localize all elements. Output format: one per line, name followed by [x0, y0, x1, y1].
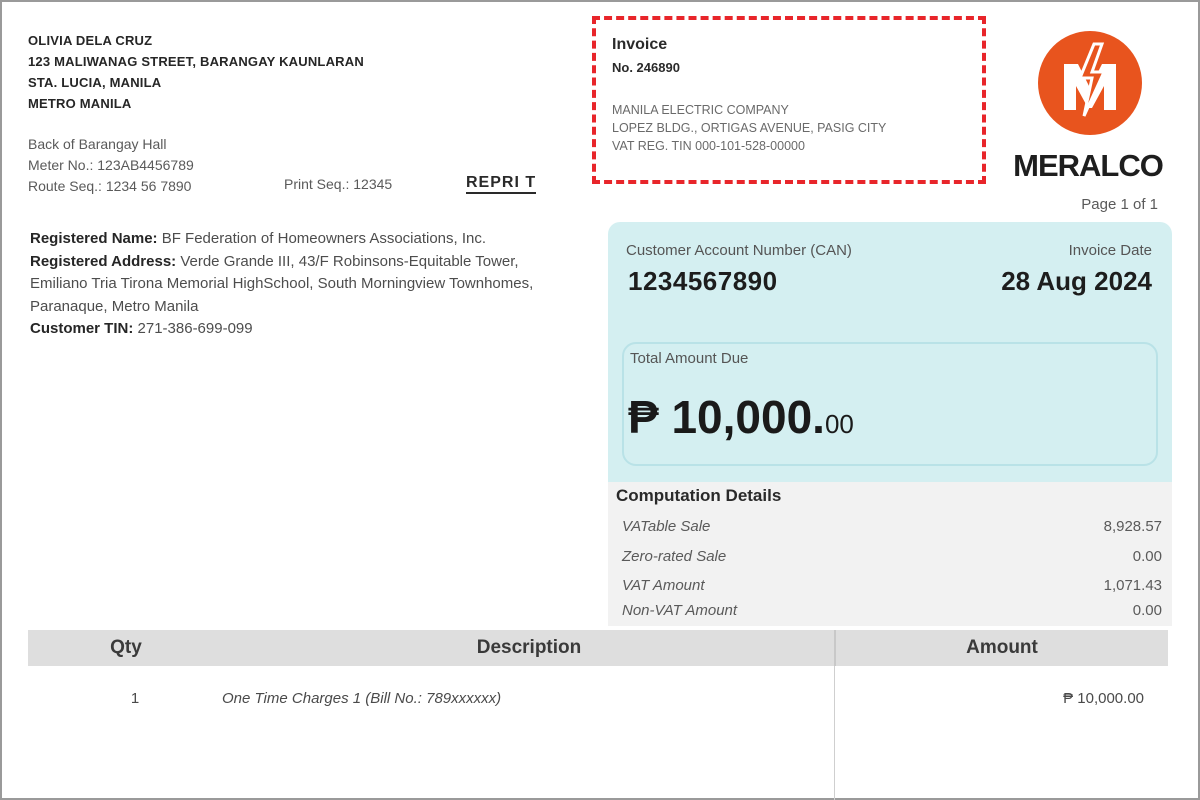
invoice-date-value: 28 Aug 2024: [1001, 266, 1152, 296]
reprint-label: REPRI T: [466, 173, 537, 194]
print-sequence: Print Seq.: 12345: [284, 176, 393, 192]
meter-info-block: Back of Barangay Hall Meter No.: 123AB44…: [28, 134, 588, 197]
computation-label: Non-VAT Amount: [622, 602, 738, 619]
column-header-description: Description: [476, 637, 582, 658]
customer-tin-label: Customer TIN:: [30, 320, 134, 337]
invoice-number: No. 246890: [612, 60, 680, 75]
total-amount-value: ₱ 10,000.00: [628, 390, 854, 444]
can-value: 1234567890: [628, 266, 778, 296]
total-amount-main: ₱ 10,000.: [628, 391, 825, 443]
computation-row: VATable Sale 8,928.57: [622, 518, 1162, 542]
table-header: Qty Description Amount: [28, 630, 1168, 666]
line-item-qty: 1: [130, 690, 140, 707]
computation-panel: Computation Details VATable Sale 8,928.5…: [608, 482, 1172, 626]
total-amount-box: Total Amount Due ₱ 10,000.00: [622, 342, 1158, 466]
customer-address-line: STA. LUCIA, MANILA: [28, 75, 162, 90]
issuer-address: LOPEZ BLDG., ORTIGAS AVENUE, PASIG CITY: [612, 121, 887, 135]
computation-label: VAT Amount: [622, 577, 705, 594]
invoice-date-label: Invoice Date: [1068, 242, 1152, 259]
customer-address-line: 123 MALIWANAG STREET, BARANGAY KAUNLARAN: [28, 54, 364, 69]
meralco-logo: MERALCO: [1004, 30, 1172, 183]
registered-name-value: BF Federation of Homeowners Associations…: [161, 230, 487, 247]
computation-row: VAT Amount 1,071.43: [622, 577, 1162, 601]
meter-location: Back of Barangay Hall: [28, 136, 167, 152]
computation-row: Zero-rated Sale 0.00: [622, 548, 1162, 572]
page-count: Page 1 of 1: [1081, 196, 1158, 213]
column-header-qty: Qty: [110, 637, 142, 658]
computation-label: Zero-rated Sale: [622, 548, 727, 565]
invoice-issuer-box: Invoice No. 246890 MANILA ELECTRIC COMPA…: [592, 16, 986, 184]
computation-value: 8,928.57: [1103, 518, 1162, 535]
meralco-logo-icon: [1038, 31, 1142, 135]
issuer-tin: VAT REG. TIN 000-101-528-00000: [612, 139, 805, 153]
column-divider: [834, 666, 835, 800]
can-label: Customer Account Number (CAN): [626, 242, 852, 259]
computation-row: Non-VAT Amount 0.00: [622, 602, 1162, 626]
issuer-company: MANILA ELECTRIC COMPANY: [612, 103, 789, 117]
registered-name-label: Registered Name:: [30, 230, 158, 247]
line-item-amount: ₱ 10,000.00: [1063, 690, 1144, 707]
computation-label: VATable Sale: [622, 518, 711, 535]
registration-details: Registered Name: BF Federation of Homeow…: [30, 228, 550, 341]
line-item-description: One Time Charges 1 (Bill No.: 789xxxxxx): [222, 690, 502, 707]
column-header-amount: Amount: [834, 630, 1168, 666]
computation-value: 1,071.43: [1103, 577, 1162, 594]
computation-value: 0.00: [1132, 602, 1162, 619]
customer-name: OLIVIA DELA CRUZ: [28, 33, 153, 48]
computation-title: Computation Details: [616, 486, 782, 505]
customer-address-block: OLIVIA DELA CRUZ 123 MALIWANAG STREET, B…: [28, 30, 448, 114]
account-summary-panel: Customer Account Number (CAN) 1234567890…: [608, 222, 1172, 482]
computation-value: 0.00: [1132, 548, 1162, 565]
total-amount-cents: 00: [824, 409, 854, 439]
customer-address-line: METRO MANILA: [28, 96, 132, 111]
total-amount-label: Total Amount Due: [630, 350, 749, 367]
registered-address-label: Registered Address:: [30, 252, 177, 270]
meralco-wordmark: MERALCO: [1013, 148, 1164, 183]
invoice-title: Invoice: [612, 36, 668, 53]
customer-tin-value: 271-386-699-099: [137, 320, 253, 337]
